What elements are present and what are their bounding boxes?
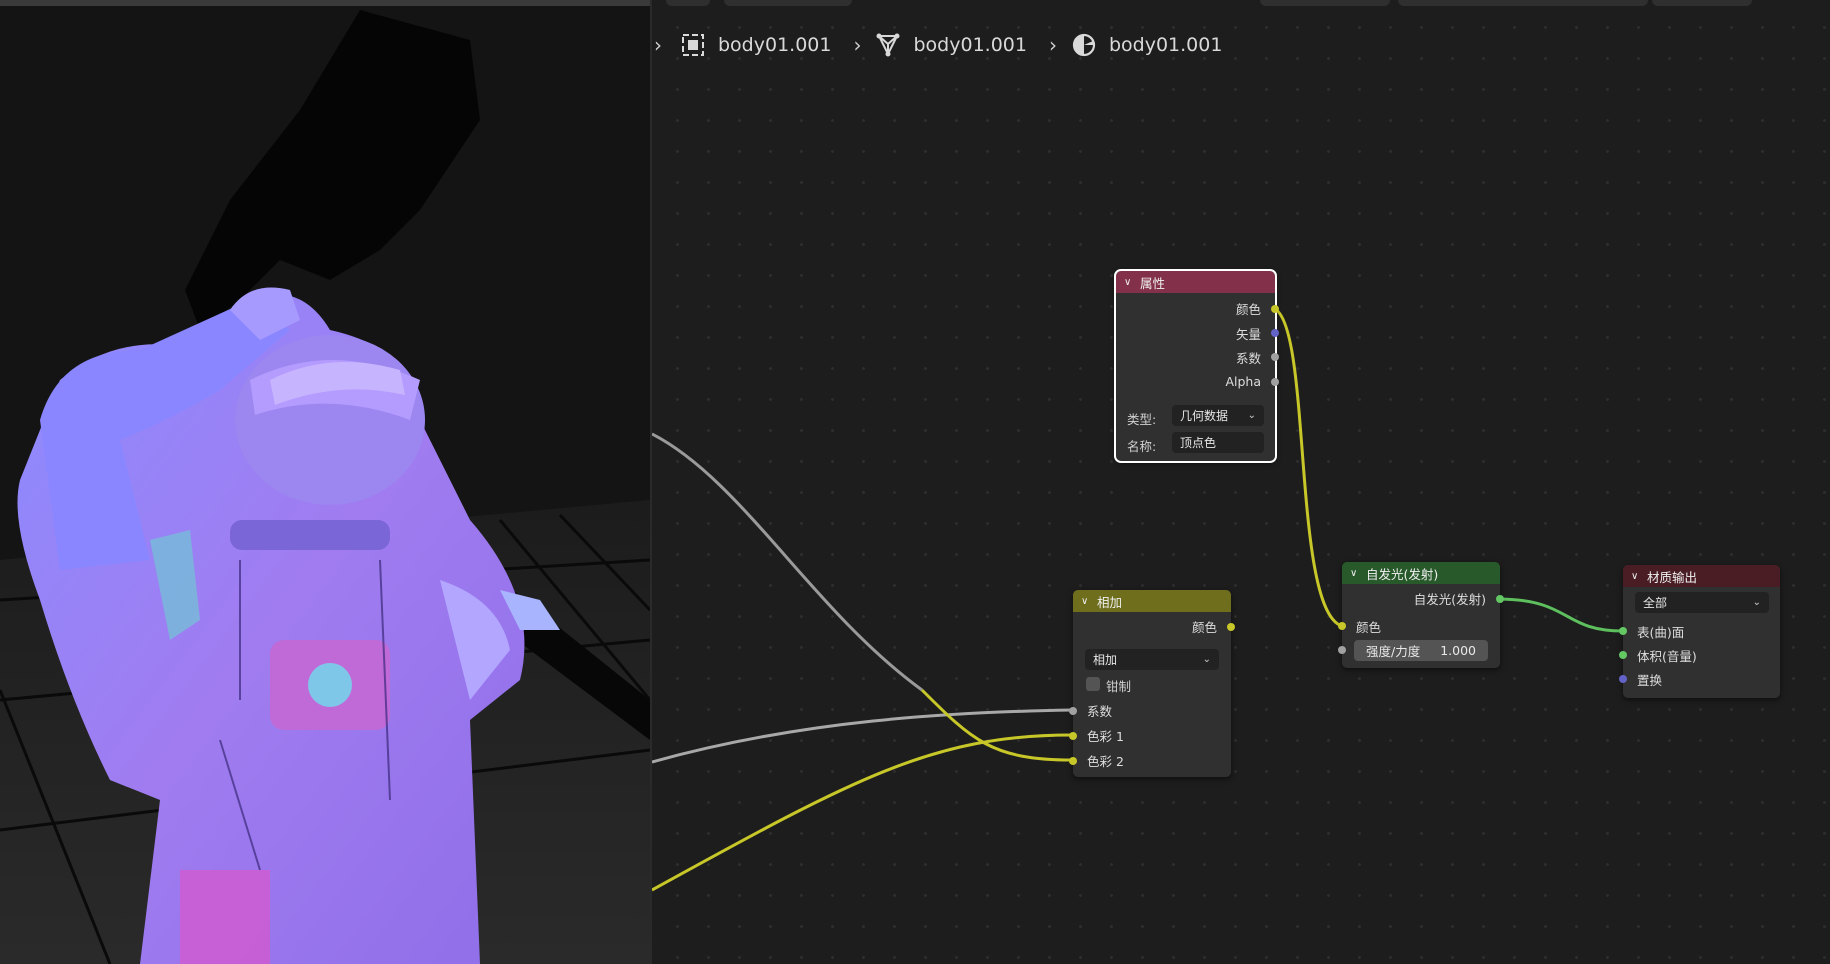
attribute-node-header[interactable]: ∨ 属性	[1116, 271, 1275, 293]
input-displacement: 置换	[1637, 672, 1663, 688]
clamp-label: 钳制	[1106, 679, 1132, 694]
output-vector: 矢量	[1235, 326, 1261, 342]
input-color1: 色彩 1	[1087, 728, 1124, 744]
socket-color-out[interactable]	[1227, 623, 1235, 631]
attribute-node-title: 属性	[1140, 275, 1166, 291]
collapse-chevron-icon[interactable]: ∨	[1350, 568, 1360, 579]
material-output-node-title: 材质输出	[1647, 569, 1698, 585]
dropdown-arrow-icon: ⌄	[1202, 654, 1211, 665]
material-icon	[1072, 33, 1096, 57]
socket-factor-in[interactable]	[1069, 707, 1077, 715]
dropdown-arrow-icon: ⌄	[1752, 597, 1761, 608]
socket-color2-in[interactable]	[1069, 757, 1077, 765]
material-output-node-header[interactable]: ∨ 材质输出	[1623, 565, 1780, 587]
input-color: 颜色	[1356, 619, 1382, 635]
socket-surface-in[interactable]	[1619, 627, 1627, 635]
socket-displacement-in[interactable]	[1619, 675, 1627, 683]
header-button[interactable]	[666, 0, 710, 6]
breadcrumb-mesh[interactable]: body01.001	[875, 32, 1027, 58]
mix-node-header[interactable]: ∨ 相加	[1073, 590, 1231, 612]
blend-type-dropdown[interactable]: 相加 ⌄	[1085, 649, 1219, 670]
socket-vector-out[interactable]	[1271, 329, 1279, 337]
mix-node-title: 相加	[1097, 594, 1123, 610]
chevron-right-icon: ›	[853, 33, 862, 57]
collapse-chevron-icon[interactable]: ∨	[1124, 277, 1134, 288]
input-volume: 体积(音量)	[1637, 648, 1697, 664]
chevron-right-icon: ›	[654, 33, 662, 57]
emission-node-title: 自发光(发射)	[1366, 566, 1439, 582]
socket-color1-in[interactable]	[1069, 732, 1077, 740]
emission-node-header[interactable]: ∨ 自发光(发射)	[1342, 562, 1500, 584]
emission-node[interactable]: ∨ 自发光(发射) 自发光(发射) 颜色 强度/力度 1.000	[1338, 562, 1504, 668]
link-factor	[652, 432, 1122, 710]
socket-factor-out[interactable]	[1271, 353, 1279, 361]
socket-volume-in[interactable]	[1619, 651, 1627, 659]
collapse-chevron-icon[interactable]: ∨	[1631, 571, 1641, 582]
strength-slider[interactable]: 强度/力度 1.000	[1354, 640, 1488, 661]
socket-strength-in[interactable]	[1338, 646, 1346, 654]
socket-color-out[interactable]	[1271, 305, 1279, 313]
link-attr-to-emission	[1274, 307, 1343, 628]
header-button[interactable]	[1652, 0, 1752, 6]
header-button[interactable]	[1398, 0, 1648, 6]
breadcrumb-object[interactable]: body01.001	[680, 32, 831, 58]
object-icon	[682, 34, 704, 56]
breadcrumb-material[interactable]: body01.001	[1071, 32, 1222, 58]
name-field[interactable]: 顶点色	[1172, 432, 1264, 453]
input-surface: 表(曲)面	[1637, 624, 1685, 640]
viewport-render	[0, 0, 650, 964]
socket-color-in[interactable]	[1338, 622, 1346, 630]
output-color: 颜色	[1191, 619, 1217, 635]
output-alpha: Alpha	[1225, 373, 1261, 389]
output-color: 颜色	[1235, 301, 1261, 317]
link-emission-to-output	[1499, 597, 1624, 633]
target-dropdown[interactable]: 全部 ⌄	[1635, 592, 1769, 613]
mesh-data-icon	[876, 33, 900, 57]
mix-node[interactable]: ∨ 相加 颜色 相加 ⌄ 钳制 系数 色彩 1 色彩 2	[1069, 590, 1235, 777]
breadcrumb: › body01.001 › body01.001 › body01.001	[652, 28, 1222, 62]
clamp-checkbox[interactable]	[1086, 677, 1100, 691]
link-gray-to-factor	[652, 432, 923, 692]
viewport-top-edge	[0, 0, 650, 6]
3d-viewport[interactable]	[0, 0, 652, 964]
input-factor: 系数	[1087, 703, 1113, 719]
socket-alpha-out[interactable]	[1271, 378, 1279, 386]
input-color2: 色彩 2	[1087, 753, 1124, 769]
type-label: 类型:	[1127, 412, 1157, 427]
name-label: 名称:	[1127, 439, 1157, 454]
node-links	[652, 307, 1624, 892]
header-button[interactable]	[1260, 0, 1390, 6]
shader-node-editor[interactable]: ∨ 属性 颜色 矢量 系数 Alpha 类型: 几何数据⌄ 名称: 顶点色 ∨	[652, 0, 1830, 964]
output-emission: 自发光(发射)	[1413, 591, 1486, 607]
chevron-right-icon: ›	[1048, 33, 1057, 57]
header-button[interactable]	[724, 0, 852, 6]
node-editor-header-edge	[652, 0, 1830, 8]
socket-emission-out[interactable]	[1496, 595, 1504, 603]
output-factor: 系数	[1235, 350, 1261, 366]
blender-window: ∨ 属性 颜色 矢量 系数 Alpha 类型: 几何数据⌄ 名称: 顶点色 ∨	[0, 0, 1830, 964]
dropdown-arrow-icon: ⌄	[1247, 410, 1256, 421]
link-yellow-to-color1	[652, 733, 1073, 892]
type-dropdown[interactable]: 几何数据 ⌄	[1172, 405, 1264, 426]
attribute-node[interactable]: ∨ 属性 颜色 矢量 系数 Alpha 类型: 几何数据 ⌄ 名称: 顶点色	[1114, 269, 1279, 463]
material-output-node[interactable]: ∨ 材质输出 全部 ⌄ 表(曲)面 体积(音量) 置换	[1619, 565, 1780, 698]
collapse-chevron-icon[interactable]: ∨	[1081, 596, 1091, 607]
